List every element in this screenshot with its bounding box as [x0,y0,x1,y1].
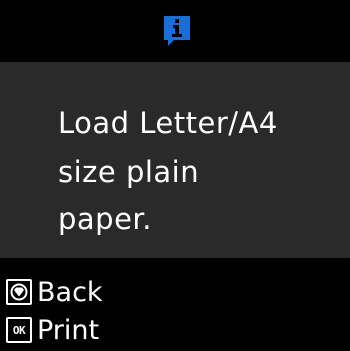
header-bar [0,0,350,62]
stop-icon [6,279,32,305]
print-label: Print [37,314,100,346]
message-line-1: Load Letter/A4 [58,106,278,140]
message-panel: Load Letter/A4 size plain paper. [0,62,350,258]
back-label: Back [37,276,103,308]
print-button[interactable]: OK Print [6,310,99,350]
printer-lcd-screen: Load Letter/A4 size plain paper. Back OK… [0,0,350,351]
ok-icon: OK [6,317,32,343]
message-line-3: paper. [58,202,152,236]
info-icon [164,16,190,46]
action-hints: Back OK Print [0,258,350,351]
ok-icon-text: OK [12,323,26,337]
back-button[interactable]: Back [6,272,103,312]
message-line-2: size plain [58,155,200,189]
